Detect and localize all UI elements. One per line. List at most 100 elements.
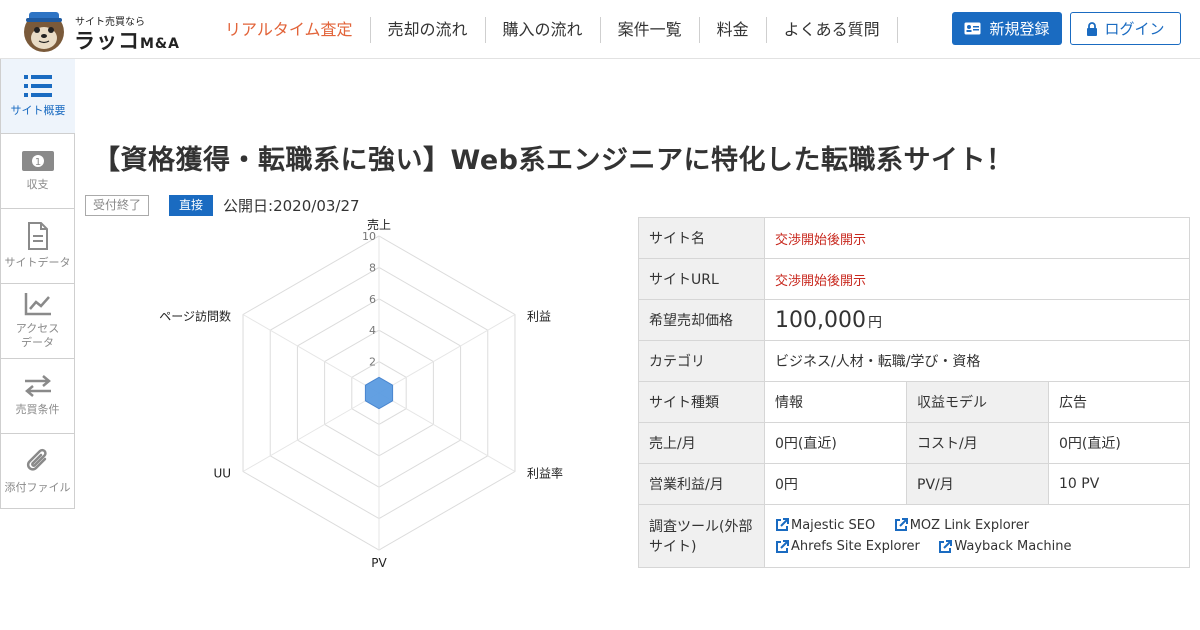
nav-sale-flow[interactable]: 売却の流れ (371, 17, 486, 43)
sidebar-item-conditions[interactable]: 売買条件 (0, 359, 75, 434)
status-badge: 受付終了 (85, 195, 150, 216)
revenue-model-value: 広告 (1048, 381, 1190, 423)
sidebar-item-access-data[interactable]: アクセス データ (0, 284, 75, 359)
revenue-model-label: 収益モデル (906, 381, 1049, 423)
price-label: 希望売却価格 (638, 299, 765, 341)
logo-suffix: M&A (140, 36, 180, 52)
tool-link-wayback[interactable]: Wayback Machine (938, 536, 1071, 557)
radar-tick-label: 4 (369, 324, 376, 337)
pv-value: 10 PV (1048, 463, 1190, 505)
tool-link-label: Wayback Machine (954, 539, 1072, 554)
tool-link-ahrefs[interactable]: Ahrefs Site Explorer (775, 536, 920, 557)
external-link-icon (939, 539, 953, 553)
sales-label: 売上/月 (638, 422, 765, 464)
header: サイト売買なら ラッコM&A リアルタイム査定 売却の流れ 購入の流れ 案件一覧… (0, 0, 1200, 59)
tool-link-label: MOZ Link Explorer (909, 517, 1030, 533)
radar-tick-label: 8 (369, 261, 376, 274)
site-name-label: サイト名 (638, 217, 765, 259)
external-link-icon (776, 518, 789, 531)
register-button[interactable]: 新規登録 (952, 12, 1062, 45)
table-row: 希望売却価格 100,000 円 (638, 299, 1190, 341)
site-name-cell: 交渉開始後開示 (764, 217, 1190, 259)
radar-axis-label: 利益 (527, 310, 551, 324)
radar-chart: 246810売上利益利益率PVUUページ訪問数 (159, 217, 563, 570)
nav-pricing[interactable]: 料金 (700, 17, 767, 43)
otter-mascot-icon (24, 12, 64, 52)
external-link-icon (894, 518, 908, 531)
table-row: 営業利益/月 0円 PV/月 10 PV (638, 463, 1190, 505)
exchange-icon (24, 375, 51, 397)
paperclip-icon (26, 448, 47, 471)
nav-realtime-appraisal[interactable]: リアルタイム査定 (208, 17, 371, 43)
tools-cell: Majestic SEO MOZ Link Explorer Ahrefs Si… (764, 504, 1190, 568)
type-badge: 直接 (169, 195, 214, 216)
money-icon: 1 (21, 151, 54, 171)
category-label: カテゴリ (638, 340, 765, 382)
sidebar-item-label: 添付ファイル (4, 481, 71, 494)
nav-listings[interactable]: 案件一覧 (601, 17, 700, 43)
sidebar-item-label: アクセス データ (15, 322, 60, 349)
site-logo[interactable]: サイト売買なら ラッコM&A (20, 6, 180, 54)
sales-value: 0円(直近) (764, 422, 907, 464)
main-nav: リアルタイム査定 売却の流れ 購入の流れ 案件一覧 料金 よくある質問 (208, 16, 898, 44)
radar-tick-label: 2 (369, 356, 376, 369)
site-info-table: サイト名 交渉開始後開示 サイトURL 交渉開始後開示 希望売却価格 100,0… (638, 217, 1190, 568)
external-link-icon (776, 539, 789, 553)
sidebar-item-label: 売買条件 (15, 403, 60, 416)
publish-date: 公開日:2020/03/27 (223, 197, 360, 215)
listing-meta: 受付終了 直接 公開日:2020/03/27 (85, 195, 360, 216)
profit-value: 0円 (764, 463, 907, 505)
table-row: 売上/月 0円(直近) コスト/月 0円(直近) (638, 422, 1190, 464)
login-button[interactable]: ログイン (1070, 12, 1181, 45)
site-type-label: サイト種類 (638, 381, 765, 423)
sidebar-item-attachments[interactable]: 添付ファイル (0, 434, 75, 509)
section-sidebar: サイト概要 1 収支 サイトデータ アクセス データ 売買条件 添付ファイル (0, 59, 75, 509)
profit-label: 営業利益/月 (638, 463, 765, 505)
page-title: 【資格獲得・転職系に強い】Web系エンジニアに特化した転職系サイト！ (93, 145, 1014, 176)
table-row: サイト種類 情報 収益モデル 広告 (638, 381, 1190, 423)
chart-line-icon (24, 293, 51, 316)
table-row: カテゴリ ビジネス/人材・転職/学び・資格 (638, 340, 1190, 382)
sidebar-item-site-data[interactable]: サイトデータ (0, 209, 75, 284)
radar-axis-label: ページ訪問数 (159, 309, 231, 324)
register-label: 新規登録 (989, 20, 1050, 38)
tool-link-label: Ahrefs Site Explorer (791, 539, 920, 554)
radar-axis-label: PV (371, 556, 387, 570)
sidebar-item-label: サイトデータ (4, 256, 71, 269)
sidebar-item-income[interactable]: 1 収支 (0, 134, 75, 209)
pv-label: PV/月 (906, 463, 1049, 505)
price-cell: 100,000 円 (764, 299, 1190, 341)
tool-link-majestic[interactable]: Majestic SEO (775, 515, 875, 536)
sidebar-item-label: サイト概要 (10, 104, 66, 117)
nav-faq[interactable]: よくある質問 (767, 17, 898, 43)
login-label: ログイン (1104, 20, 1165, 38)
logo-name-text: ラッコ (74, 29, 140, 53)
tool-link-moz[interactable]: MOZ Link Explorer (894, 515, 1029, 536)
sidebar-item-label: 収支 (26, 178, 49, 191)
radar-spoke (378, 392, 516, 472)
table-row: サイト名 交渉開始後開示 (638, 217, 1190, 259)
list-icon (24, 75, 52, 97)
radar-spoke (242, 314, 380, 394)
id-card-icon (964, 22, 981, 35)
sidebar-item-overview[interactable]: サイト概要 (0, 59, 75, 134)
cost-value: 0円(直近) (1048, 422, 1190, 464)
site-type-value: 情報 (764, 381, 907, 423)
site-url-label: サイトURL (638, 258, 765, 300)
radar-axis-label: UU (213, 467, 231, 481)
radar-series-polygon (364, 376, 394, 410)
document-icon (27, 222, 48, 250)
site-url-cell: 交渉開始後開示 (764, 258, 1190, 300)
category-value: ビジネス/人材・転職/学び・資格 (764, 340, 1190, 382)
radar-axis-label: 売上 (367, 217, 391, 232)
svg-text:1: 1 (34, 157, 40, 168)
logo-name: ラッコM&A (74, 25, 180, 55)
price-unit: 円 (867, 314, 882, 331)
tool-link-label: Majestic SEO (791, 517, 876, 533)
cost-label: コスト/月 (906, 422, 1049, 464)
table-row: 調査ツール(外部サイト) Majestic SEO MOZ Link Explo… (638, 504, 1190, 568)
price-value: 100,000 (775, 307, 866, 333)
tools-label: 調査ツール(外部サイト) (638, 504, 765, 568)
radar-axis-label: 利益率 (527, 466, 563, 481)
nav-purchase-flow[interactable]: 購入の流れ (486, 17, 601, 43)
